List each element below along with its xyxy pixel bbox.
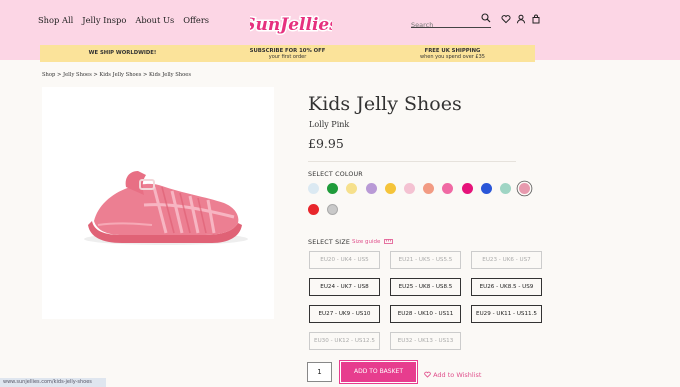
heart-icon[interactable] [501,14,511,24]
heart-icon [424,371,431,378]
size-option[interactable]: EU26 - UK8.5 - US9 [471,278,542,296]
colour-swatch-glitter-pink[interactable] [442,183,454,194]
size-option[interactable]: EU23 - UK6 - US7 [471,251,542,269]
colour-swatch-blue[interactable] [480,183,492,194]
size-option[interactable]: EU21 - UK5 - US5.5 [390,251,461,269]
main-nav: Shop All Jelly Inspo About Us Offers [38,15,209,25]
add-to-basket-button[interactable]: ADD TO BASKET [339,360,418,384]
jelly-shoe-image [84,171,248,245]
select-colour-label: SELECT COLOUR [308,171,363,178]
colour-swatch-hot-pink[interactable] [461,183,473,194]
colour-swatch-lolly-pink[interactable] [519,183,531,194]
ruler-icon [384,239,394,244]
colour-swatch-yellow[interactable] [384,183,396,194]
add-to-wishlist-link[interactable]: Add to Wishlist [424,371,481,379]
nav-shop-all[interactable]: Shop All [38,15,73,25]
basket-icon[interactable] [531,14,541,24]
promo-free-shipping: FREE UK SHIPPING when you spend over £35 [420,48,485,60]
colour-swatch-mint[interactable] [500,183,511,194]
account-icon[interactable] [516,14,526,24]
browser-status-bar: www.sunjellies.com/kids-jelly-shoes [0,378,106,387]
size-option[interactable]: EU27 - UK9 - US10 [309,305,380,323]
promo-worldwide: WE SHIP WORLDWIDE! [88,50,157,56]
size-option[interactable]: EU29 - UK11 - US11.5 [471,305,542,323]
size-option[interactable]: EU25 - UK8 - US8.5 [390,278,461,296]
select-size-label: SELECT SIZE [308,239,351,246]
size-option[interactable]: EU28 - UK10 - US11 [390,305,461,323]
sunjellies-logo[interactable]: SunJellies SunJellies [250,8,332,38]
colour-swatch-peach[interactable] [423,183,435,194]
nav-about-us[interactable]: About Us [135,15,174,25]
colour-swatch-baby-pink[interactable] [404,183,415,194]
colour-swatch-green[interactable] [327,183,339,194]
wishlist-label: Add to Wishlist [433,371,482,379]
colour-swatch-pale-blue[interactable] [308,183,319,194]
header-icons [501,14,541,24]
colour-swatch-silver[interactable] [327,204,339,215]
size-option[interactable]: EU24 - UK7 - US8 [309,278,380,296]
product-price: £9.95 [308,136,344,151]
colour-swatch-lilac[interactable] [365,183,377,194]
search-box [411,12,491,32]
nav-offers[interactable]: Offers [183,15,209,25]
nav-jelly-inspo[interactable]: Jelly Inspo [82,15,126,25]
product-image [42,87,274,319]
breadcrumb[interactable]: Shop > Jelly Shoes > Kids Jelly Shoes > … [42,72,191,78]
search-icon[interactable] [481,13,491,23]
svg-text:SunJellies: SunJellies [250,15,332,35]
quantity-input[interactable]: 1 [307,362,332,382]
colour-swatch-lemon[interactable] [346,183,358,194]
product-colour-name: Lolly Pink [309,120,350,129]
size-option[interactable]: EU30 - UK12 - US12.5 [309,332,380,350]
divider [308,161,516,162]
size-option[interactable]: EU32 - UK13 - US13 [390,332,461,350]
promo-bar: WE SHIP WORLDWIDE! SUBSCRIBE FOR 10% OFF… [40,45,535,62]
size-guide-label: Size guide [352,239,381,245]
colour-swatch-red[interactable] [308,204,319,215]
size-guide-link[interactable]: Size guide [352,239,394,245]
size-option[interactable]: EU20 - UK4 - US5 [309,251,380,269]
product-title: Kids Jelly Shoes [308,93,462,115]
search-input[interactable] [411,18,477,32]
promo-subscribe[interactable]: SUBSCRIBE FOR 10% OFF your first order [205,45,370,62]
